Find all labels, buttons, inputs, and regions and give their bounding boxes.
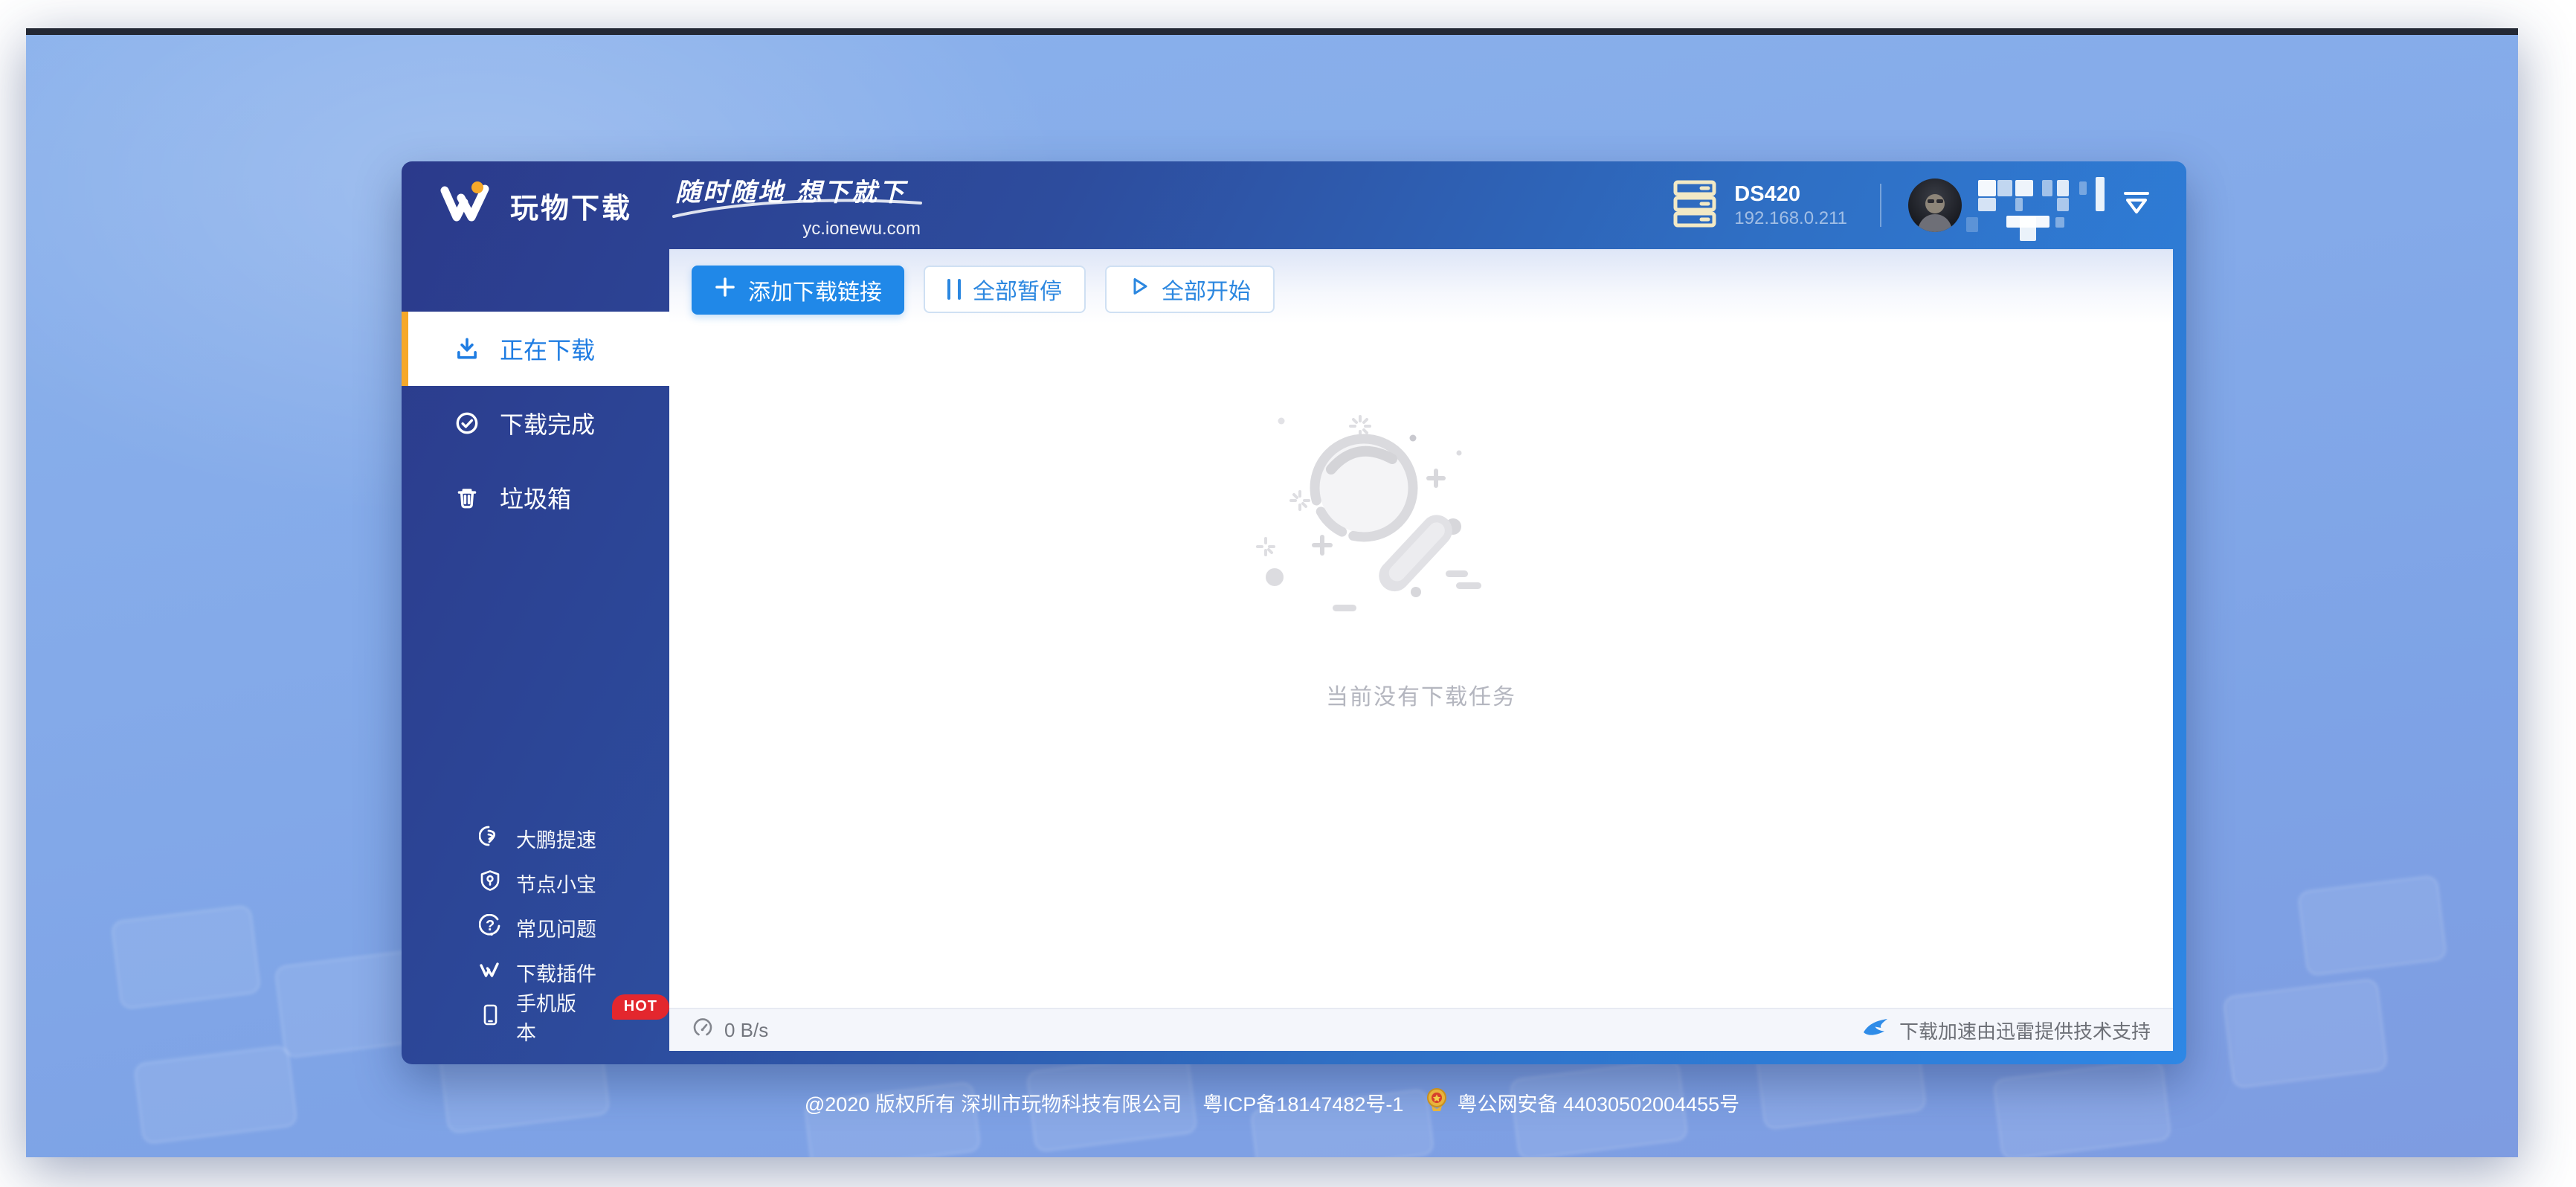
link-mobile-version[interactable]: 手机版本 HOT [402,994,669,1039]
link-dapeng-speedup[interactable]: 大鹏提速 [402,816,669,861]
header-divider [1880,184,1881,227]
play-icon [1129,275,1150,303]
speed-gauge-icon [692,1017,714,1044]
app-logo: 玩物下载 [402,180,669,231]
sidebar-item-label: 下载完成 [500,406,595,440]
page-footer: @2020 版权所有 深圳市玩物科技有限公司 粤ICP备18147482号-1 … [26,1087,2518,1119]
nas-name: DS420 [1734,181,1847,208]
link-faq[interactable]: ? 常见问题 [402,905,669,950]
tagline: 随时随地 想下就下 yc.ionewu.com [675,172,921,239]
current-speed: 0 B/s [724,1019,768,1042]
start-all-button[interactable]: 全部开始 [1105,266,1275,313]
quick-link-label: 节点小宝 [516,869,596,898]
pause-icon [947,279,961,300]
sidebar-item-completed[interactable]: 下载完成 [402,386,669,460]
tagline-domain: yc.ionewu.com [675,219,921,239]
start-all-label: 全部开始 [1162,273,1251,306]
toolbar: 添加下载链接 全部暂停 全部开始 [669,249,2173,324]
faq-icon: ? [479,914,501,942]
download-manager-card: 玩物下载 随时随地 想下就下 yc.ionewu.com [402,161,2186,1064]
collapse-caret-icon[interactable] [2119,190,2154,222]
sidebar-item-downloading[interactable]: 正在下载 [402,312,669,386]
plugin-w-icon [479,959,501,986]
quick-link-label: 下载插件 [516,958,596,987]
trash-icon [454,484,480,511]
check-circle-icon [454,410,480,437]
wanwu-logo-icon [439,180,497,231]
quick-link-label: 常见问题 [516,913,596,942]
bg-keyboard-key [110,904,261,1010]
copyright-text: @2020 版权所有 深圳市玩物科技有限公司 [805,1088,1182,1117]
icp-number[interactable]: 粤ICP备18147482号-1 [1202,1088,1403,1117]
empty-state: 当前没有下载任务 [1254,404,1588,711]
speed-icon [479,825,501,852]
magnifier-illustration [1254,404,1588,642]
sidebar-item-label: 垃圾箱 [500,480,571,515]
quick-link-label: 手机版本 [516,988,587,1046]
sidebar-quick-links: 大鹏提速 节点小宝 [402,816,669,1039]
link-node-xiaobao[interactable]: 节点小宝 [402,861,669,905]
sidebar-item-trash[interactable]: 垃圾箱 [402,460,669,535]
xunlei-bird-icon [1862,1017,1889,1043]
user-avatar[interactable] [1908,178,1962,232]
add-download-link-button[interactable]: 添加下载链接 [692,266,904,315]
pause-all-button[interactable]: 全部暂停 [924,266,1086,313]
bg-keyboard-key [2222,978,2389,1090]
provider-note: 下载加速由迅雷提供技术支持 [1899,1017,2151,1044]
hot-badge: HOT [612,994,669,1020]
add-download-link-label: 添加下载链接 [748,274,882,306]
quick-link-label: 大鹏提速 [516,824,596,853]
tagline-underline [671,197,924,219]
plus-icon [714,276,736,304]
bg-keyboard-key [2297,875,2448,977]
pause-all-label: 全部暂停 [973,273,1062,306]
app-title: 玩物下载 [510,185,632,226]
statusbar: 0 B/s 下载加速由迅雷提供技术支持 [669,1008,2173,1051]
security-record-number[interactable]: 粤公网安备 44030502004455号 [1457,1088,1739,1117]
shield-node-icon [479,869,501,897]
app-window: 玩物下载 随时随地 想下就下 yc.ionewu.com [26,28,2518,1157]
content-panel: 添加下载链接 全部暂停 全部开始 [669,249,2173,1051]
svg-text:?: ? [486,918,495,934]
card-header: 玩物下载 随时随地 想下就下 yc.ionewu.com [402,161,2186,249]
task-list-area: 当前没有下载任务 [669,324,2173,1008]
sidebar-item-label: 正在下载 [500,332,595,366]
nas-device-info[interactable]: DS420 192.168.0.211 [1670,178,1847,233]
police-badge-icon [1424,1087,1449,1119]
sidebar: 正在下载 下载完成 [402,249,669,1064]
phone-icon [479,1003,501,1031]
nas-server-icon [1670,178,1719,233]
empty-state-message: 当前没有下载任务 [1254,678,1588,711]
window-top-strip [26,28,2518,35]
download-icon [454,335,480,362]
page-background: 玩物下载 随时随地 想下就下 yc.ionewu.com [26,35,2518,1157]
censored-username[interactable] [1978,173,2112,238]
nas-ip: 192.168.0.211 [1734,208,1847,230]
